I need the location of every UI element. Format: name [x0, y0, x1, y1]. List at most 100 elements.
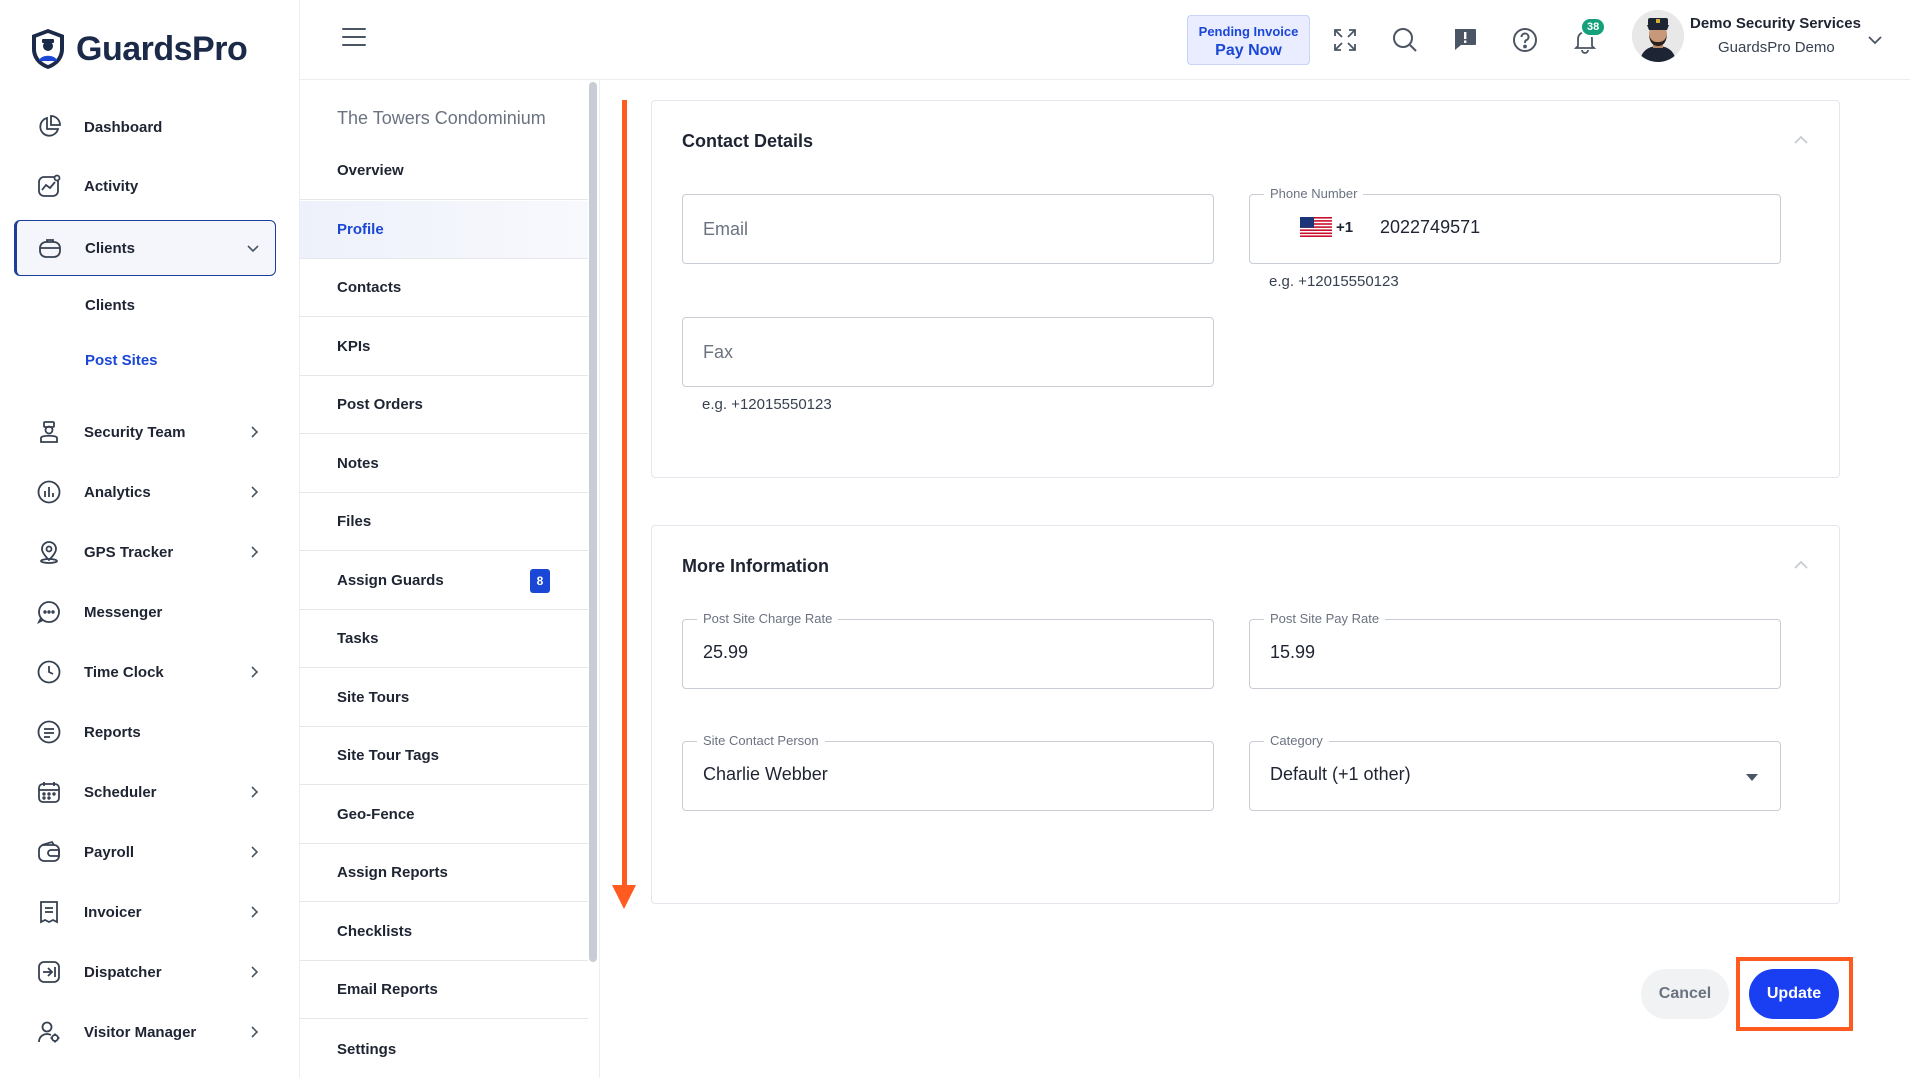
fax-field[interactable]: Fax	[682, 317, 1214, 387]
phone-country-code: +1	[1336, 219, 1354, 236]
sidebar-item-label: Time Clock	[84, 663, 164, 681]
tab-geo-fence[interactable]: Geo-Fence	[300, 786, 588, 844]
contact-person-field[interactable]: Site Contact Person Charlie Webber	[682, 733, 1214, 811]
phone-value: 2022749571	[1380, 217, 1481, 237]
card-title: Contact Details	[682, 131, 814, 151]
reports-icon	[34, 717, 64, 747]
tab-label: KPIs	[337, 338, 371, 355]
annotation-arrow-line	[622, 100, 627, 890]
sidebar-item-security-team[interactable]: Security Team	[14, 404, 276, 460]
pay-rate-value: 15.99	[1270, 642, 1316, 662]
tab-site-tours[interactable]: Site Tours	[300, 669, 588, 727]
pending-invoice-button[interactable]: Pending Invoice Pay Now	[1187, 15, 1310, 65]
app-name: GuardsPro	[76, 29, 248, 68]
sidebar-item-analytics[interactable]: Analytics	[14, 464, 276, 520]
chevron-down-icon[interactable]	[1865, 30, 1885, 50]
sidebar-item-time-clock[interactable]: Time Clock	[14, 644, 276, 700]
search-icon[interactable]	[1389, 24, 1421, 56]
top-header: Pending Invoice Pay Now 38 Demo Security…	[300, 0, 1910, 80]
sidebar-item-scheduler[interactable]: Scheduler	[14, 764, 276, 820]
phone-hint: e.g. +12015550123	[1269, 273, 1399, 290]
tab-overview[interactable]: Overview	[300, 142, 588, 200]
caret-down-icon	[1746, 774, 1758, 781]
email-placeholder: Email	[703, 219, 749, 239]
sidebar-subitem-post-sites[interactable]: Post Sites	[85, 352, 158, 369]
chevron-down-icon	[243, 238, 263, 258]
sidebar-item-clients[interactable]: Clients	[14, 220, 276, 276]
category-select[interactable]: Category Default (+1 other)	[1249, 733, 1781, 811]
sidebar-item-label: Analytics	[84, 483, 151, 501]
tab-site-tour-tags[interactable]: Site Tour Tags	[300, 727, 588, 785]
gps-icon	[34, 537, 64, 567]
sidebar-item-label: Visitor Manager	[84, 1023, 197, 1041]
tab-assign-reports[interactable]: Assign Reports	[300, 844, 588, 902]
sidebar-item-activity[interactable]: Activity	[14, 158, 276, 214]
dispatcher-icon	[34, 957, 64, 987]
charge-rate-field[interactable]: Post Site Charge Rate 25.99	[682, 611, 1214, 689]
tab-post-orders[interactable]: Post Orders	[300, 376, 588, 434]
tab-checklists[interactable]: Checklists	[300, 903, 588, 961]
chevron-up-icon[interactable]	[1793, 557, 1809, 569]
feedback-icon[interactable]	[1449, 24, 1481, 56]
tab-assign-guards[interactable]: Assign Guards 8	[300, 552, 588, 610]
tab-label: Assign Reports	[337, 864, 448, 881]
sidebar-item-invoicer[interactable]: Invoicer	[14, 884, 276, 940]
tab-label: Profile	[337, 221, 384, 238]
tab-label: Notes	[337, 455, 379, 472]
category-label: Category	[1264, 733, 1329, 748]
avatar[interactable]	[1632, 10, 1684, 62]
shield-logo-icon	[32, 29, 64, 69]
sidebar-item-label: Dispatcher	[84, 963, 162, 981]
sidebar-item-label: Scheduler	[84, 783, 157, 801]
sidebar-item-label: Payroll	[84, 843, 135, 861]
tab-label: Contacts	[337, 279, 402, 296]
tab-label: Email Reports	[337, 981, 438, 998]
app-logo[interactable]: GuardsPro	[28, 26, 248, 72]
cancel-button[interactable]: Cancel	[1641, 969, 1729, 1019]
tab-tasks[interactable]: Tasks	[300, 610, 588, 668]
pay-now-label: Pay Now	[1215, 42, 1282, 59]
sidebar-item-dispatcher[interactable]: Dispatcher	[14, 944, 276, 1000]
annotation-highlight-box	[1736, 957, 1853, 1031]
chevron-right-icon	[244, 542, 264, 562]
sidebar-item-reports[interactable]: Reports	[14, 704, 276, 760]
visitor-icon	[34, 1017, 64, 1047]
sidebar-item-label: Invoicer	[84, 903, 142, 921]
tab-label: Files	[337, 513, 372, 530]
fax-placeholder: Fax	[703, 342, 734, 362]
tab-email-reports[interactable]: Email Reports	[300, 961, 588, 1019]
phone-label: Phone Number	[1264, 186, 1364, 201]
sidebar-item-label: Messenger	[84, 603, 163, 621]
sidebar-item-gps-tracker[interactable]: GPS Tracker	[14, 524, 276, 580]
sidebar-subitem-clients[interactable]: Clients	[85, 297, 135, 314]
chevron-up-icon[interactable]	[1793, 132, 1809, 144]
sidebar-item-dashboard[interactable]: Dashboard	[14, 99, 276, 155]
tab-files[interactable]: Files	[300, 493, 588, 551]
fax-hint: e.g. +12015550123	[702, 396, 832, 413]
tab-label: Site Tour Tags	[337, 747, 439, 764]
chevron-right-icon	[244, 1022, 264, 1042]
tab-kpis[interactable]: KPIs	[300, 318, 588, 376]
email-field[interactable]: Email	[682, 194, 1214, 264]
tab-settings[interactable]: Settings	[300, 1020, 588, 1078]
chevron-right-icon	[244, 842, 264, 862]
tab-notes[interactable]: Notes	[300, 435, 588, 493]
sidebar-item-label: GPS Tracker	[84, 543, 174, 561]
menu-icon[interactable]	[342, 28, 366, 50]
sidebar-item-label: Security Team	[84, 423, 186, 441]
tab-label: Tasks	[337, 630, 379, 647]
tab-label: Overview	[337, 162, 404, 179]
sidebar-item-visitor-manager[interactable]: Visitor Manager	[14, 1004, 276, 1060]
subnav-scrollbar[interactable]	[589, 82, 597, 962]
fullscreen-icon[interactable]	[1329, 24, 1361, 56]
tab-contacts[interactable]: Contacts	[300, 259, 588, 317]
chevron-right-icon	[244, 422, 264, 442]
pay-rate-field[interactable]: Post Site Pay Rate 15.99	[1249, 611, 1781, 689]
sidebar-item-messenger[interactable]: Messenger	[14, 584, 276, 640]
help-icon[interactable]	[1509, 24, 1541, 56]
us-flag-icon[interactable]	[1300, 217, 1332, 237]
tab-profile[interactable]: Profile	[300, 201, 588, 259]
charge-rate-label: Post Site Charge Rate	[697, 611, 839, 626]
phone-field[interactable]: Phone Number +1 2022749571	[1249, 186, 1781, 264]
sidebar-item-payroll[interactable]: Payroll	[14, 824, 276, 880]
